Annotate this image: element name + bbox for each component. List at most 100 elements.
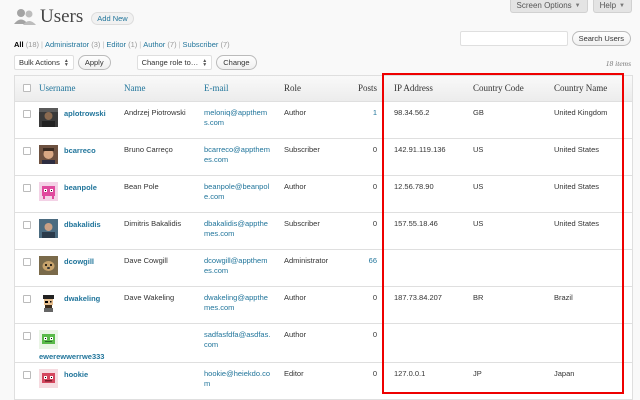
posts-count: 0 xyxy=(372,292,377,302)
search-input[interactable] xyxy=(459,31,568,46)
role-cell: Editor xyxy=(280,362,345,400)
username-link[interactable]: dbakalidis xyxy=(64,219,101,230)
apply-button[interactable]: Apply xyxy=(77,55,111,70)
bulk-toolbar: Bulk Actions ▲ ▼ Apply Change role to… ▲ ▼… xyxy=(14,55,257,70)
row-checkbox[interactable] xyxy=(23,294,31,303)
row-checkbox-cell xyxy=(15,101,35,139)
email-link[interactable]: beanpole@beanpol e.com xyxy=(204,182,269,201)
username-cell-inner: dcowgill xyxy=(39,255,116,275)
chevron-down-icon: ▼ xyxy=(574,2,581,9)
posts-count[interactable]: 1 xyxy=(373,108,377,117)
bulk-actions-select[interactable]: Bulk Actions ▲ ▼ xyxy=(14,55,74,70)
table-row: ewerewwerrwe333 sadfasfdfa@asdfas. com Auth… xyxy=(15,323,632,363)
filter-subscriber[interactable]: Subscriber xyxy=(183,40,219,49)
users-icon xyxy=(14,7,36,27)
country-code-column-header: Country Code xyxy=(469,76,550,102)
select-all-header xyxy=(15,76,35,102)
help-tab[interactable]: Help ▼ xyxy=(592,0,632,13)
username-link[interactable]: beanpole xyxy=(64,182,97,193)
change-button[interactable]: Change xyxy=(216,55,257,70)
email-cell[interactable]: hookie@heiekdo.co m xyxy=(200,362,280,400)
username-link[interactable]: dwakeling xyxy=(64,293,100,304)
posts-cell[interactable]: 1 xyxy=(345,101,381,139)
username-link[interactable]: ewerewwerrwe333 xyxy=(39,351,104,362)
email-link[interactable]: hookie@heiekdo.co m xyxy=(204,369,270,388)
table-row: beanpole Bean Pole beanpole@beanpol e.com Au… xyxy=(15,175,632,213)
username-column-header[interactable]: Username xyxy=(35,76,120,102)
posts-count[interactable]: 66 xyxy=(369,256,377,265)
posts-count: 0 xyxy=(372,368,377,378)
username-cell: bcarreco xyxy=(35,138,120,176)
email-link[interactable]: dcowgill@appthem es.com xyxy=(204,256,267,275)
email-link[interactable]: bcarreco@appthem es.com xyxy=(204,145,270,164)
row-checkbox-cell xyxy=(15,362,35,400)
email-cell[interactable]: meloniq@appthem s.com xyxy=(200,101,280,139)
ip-address-cell: 187.73.84.207 xyxy=(390,286,469,324)
row-checkbox[interactable] xyxy=(23,370,31,379)
row-checkbox[interactable] xyxy=(23,146,31,155)
country-code-cell xyxy=(469,323,550,363)
top-tabs: Screen Options ▼ Help ▼ xyxy=(509,0,632,13)
country-name-column-header: Country Name xyxy=(550,76,632,102)
email-cell[interactable]: sadfasfdfa@asdfas. com xyxy=(200,323,280,363)
email-cell[interactable]: dwakeling@appthe mes.com xyxy=(200,286,280,324)
email-line: com xyxy=(204,339,219,349)
add-new-button[interactable]: Add New xyxy=(91,11,134,25)
row-checkbox[interactable] xyxy=(23,257,31,266)
email-cell[interactable]: dcowgill@appthem es.com xyxy=(200,249,280,287)
country-code-cell: US xyxy=(469,212,550,250)
username-cell: dwakeling xyxy=(35,286,120,324)
role-cell: Author xyxy=(280,175,345,213)
name-column-header[interactable]: Name xyxy=(120,76,200,102)
posts-count: 0 xyxy=(372,181,377,191)
filter-count: (7) xyxy=(167,40,177,49)
row-checkbox[interactable] xyxy=(23,220,31,229)
filter-editor[interactable]: Editor xyxy=(106,40,126,49)
email-cell[interactable]: beanpole@beanpol e.com xyxy=(200,175,280,213)
country-name-cell: Japan xyxy=(550,362,632,400)
screen-options-tab[interactable]: Screen Options ▼ xyxy=(509,0,588,13)
email-link[interactable]: dbakalidis@appthe mes.com xyxy=(204,219,268,238)
email-cell[interactable]: dbakalidis@appthe mes.com xyxy=(200,212,280,250)
select-all-checkbox[interactable] xyxy=(23,84,31,93)
role-cell: Subscriber xyxy=(280,212,345,250)
email-link[interactable]: sadfasfdfa@asdfas. com xyxy=(204,330,270,349)
page-header: Users Add New xyxy=(14,6,134,28)
posts-column-header: Posts xyxy=(345,76,381,102)
row-checkbox[interactable] xyxy=(23,109,31,118)
role-cell: Author xyxy=(280,323,345,363)
username-link[interactable]: dcowgill xyxy=(64,256,94,267)
filter-all[interactable]: All xyxy=(14,40,24,49)
name-cell xyxy=(120,323,200,363)
email-line: es.com xyxy=(204,265,229,275)
username-link[interactable]: aplotrowski xyxy=(64,108,106,119)
filter-administrator[interactable]: Administrator xyxy=(45,40,89,49)
posts-cell: 0 xyxy=(345,362,381,400)
email-column-header[interactable]: E-mail xyxy=(200,76,280,102)
country-code-cell: US xyxy=(469,175,550,213)
name-cell xyxy=(120,362,200,400)
role-cell: Subscriber xyxy=(280,138,345,176)
row-checkbox[interactable] xyxy=(23,331,31,340)
table-row: dbakalidis Dimitris Bakalidis dbakalidis@a… xyxy=(15,212,632,250)
country-name-cell xyxy=(550,323,632,363)
screen-options-label: Screen Options xyxy=(516,1,572,10)
posts-cell[interactable]: 66 xyxy=(345,249,381,287)
country-code-cell: BR xyxy=(469,286,550,324)
filter-author[interactable]: Author xyxy=(143,40,165,49)
email-cell[interactable]: bcarreco@appthem es.com xyxy=(200,138,280,176)
country-name-cell: United States xyxy=(550,212,632,250)
row-checkbox[interactable] xyxy=(23,183,31,192)
email-line: beanpole@beanpol xyxy=(204,181,270,191)
email-link[interactable]: meloniq@appthem s.com xyxy=(204,108,267,127)
username-link[interactable]: hookie xyxy=(64,369,88,380)
role-filters: All (18) | Administrator (3) | Editor (1) | Au… xyxy=(14,40,230,49)
username-cell: dbakalidis xyxy=(35,212,120,250)
username-link[interactable]: bcarreco xyxy=(64,145,96,156)
select-arrows-icon: ▲ ▼ xyxy=(202,57,208,68)
change-role-select[interactable]: Change role to… ▲ ▼ xyxy=(136,55,213,70)
name-cell: Bruno Carreço xyxy=(120,138,200,176)
username-cell: aplotrowski xyxy=(35,101,120,139)
search-users-button[interactable]: Search Users xyxy=(571,31,631,46)
email-link[interactable]: dwakeling@appthe mes.com xyxy=(204,293,268,312)
